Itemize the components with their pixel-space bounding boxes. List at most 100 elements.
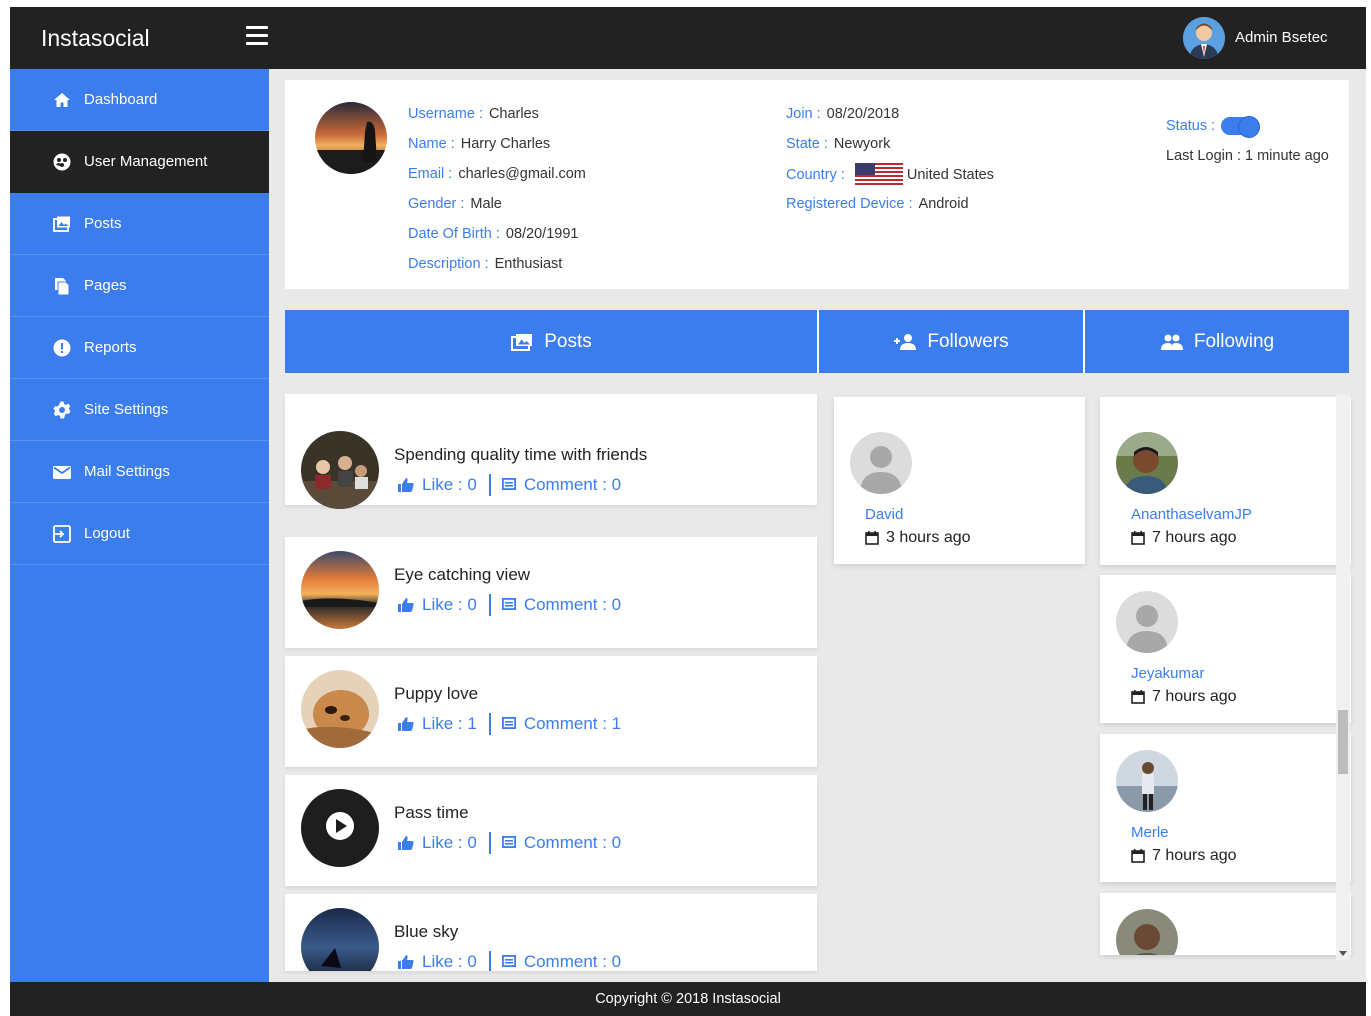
gender-field: Gender : Male <box>408 196 502 212</box>
following-name[interactable]: AnanthaselvamJP <box>1131 506 1252 523</box>
following-name[interactable]: Merle <box>1131 824 1169 841</box>
like-icon <box>398 955 414 969</box>
following-card[interactable]: Jeyakumar 7 hours ago <box>1100 575 1351 723</box>
following-avatar <box>1116 432 1178 494</box>
post-stats: Like : 0 Comment : 0 <box>398 474 621 496</box>
sidebar-item-dashboard[interactable]: Dashboard <box>10 69 269 131</box>
following-name[interactable]: Jeyakumar <box>1131 665 1204 682</box>
post-title: Blue sky <box>394 922 459 941</box>
post-comment-count[interactable]: Comment : 0 <box>524 595 621 615</box>
post-item[interactable]: Spending quality time with friends Like … <box>285 394 817 509</box>
sidebar-item-mail-settings[interactable]: Mail Settings <box>10 441 269 503</box>
post-thumbnail <box>301 551 379 629</box>
post-like-count[interactable]: Like : 0 <box>422 952 477 971</box>
app-window: Instasocial Admin Bsetec Dashboard User … <box>10 7 1366 1016</box>
following-card[interactable] <box>1100 893 1351 955</box>
post-thumbnail <box>301 908 379 971</box>
post-item[interactable]: Blue sky Like : 0 Comment : 0 <box>285 894 817 971</box>
scroll-down-arrow-icon[interactable] <box>1339 951 1347 956</box>
tab-followers[interactable]: Followers <box>819 310 1083 373</box>
post-comment-count[interactable]: Comment : 1 <box>524 714 621 734</box>
follower-card[interactable]: David 3 hours ago <box>834 397 1085 564</box>
post-title: Pass time <box>394 803 469 822</box>
post-title: Spending quality time with friends <box>394 445 648 464</box>
follower-time: 3 hours ago <box>865 529 971 547</box>
following-avatar <box>1116 750 1178 812</box>
tab-following[interactable]: Following <box>1085 310 1349 373</box>
sidebar-item-posts[interactable]: Posts <box>10 193 269 255</box>
post-like-count[interactable]: Like : 0 <box>422 833 477 853</box>
tab-label: Posts <box>544 330 592 352</box>
last-login: Last Login : 1 minute ago <box>1166 148 1329 164</box>
calendar-icon <box>1131 849 1145 863</box>
footer: Copyright © 2018 Instasocial <box>10 982 1366 1016</box>
follower-avatar <box>850 432 912 494</box>
sidebar-item-label: Reports <box>84 339 137 356</box>
post-like-count[interactable]: Like : 0 <box>422 595 477 615</box>
username-field: Username : Charles <box>408 106 539 122</box>
pages-icon <box>55 278 70 296</box>
sidebar-item-pages[interactable]: Pages <box>10 255 269 317</box>
scrollbar-thumb[interactable] <box>1338 710 1348 774</box>
post-item[interactable]: Pass time Like : 0 Comment : 0 <box>285 775 817 886</box>
profile-card: Username : Charles Name : Harry Charles Em… <box>285 80 1349 289</box>
add-person-icon <box>894 333 917 350</box>
follower-name[interactable]: David <box>865 506 903 523</box>
following-card[interactable]: AnanthaselvamJP 7 hours ago <box>1100 397 1351 565</box>
following-time: 7 hours ago <box>1131 847 1237 865</box>
following-time: 7 hours ago <box>1131 688 1237 706</box>
post-like-count[interactable]: Like : 1 <box>422 714 477 734</box>
post-comment-count[interactable]: Comment : 0 <box>524 952 621 971</box>
following-scrollbar[interactable] <box>1336 394 1350 960</box>
name-field: Name : Harry Charles <box>408 136 551 152</box>
sidebar-item-logout[interactable]: Logout <box>10 503 269 565</box>
comment-icon <box>501 836 516 848</box>
tab-posts[interactable]: Posts <box>285 310 817 373</box>
calendar-icon <box>1131 690 1145 704</box>
sidebar-item-label: User Management <box>84 153 208 170</box>
logout-icon <box>53 525 71 543</box>
sidebar-item-label: Dashboard <box>84 91 158 108</box>
sidebar-item-reports[interactable]: Reports <box>10 317 269 379</box>
country-field: Country : United States <box>786 163 994 187</box>
user-management-icon <box>53 153 71 171</box>
post-stats: Like : 0 Comment : 0 <box>398 594 621 616</box>
post-item[interactable]: Puppy love Like : 1 Comment : 1 <box>285 656 817 767</box>
like-icon <box>398 478 414 492</box>
post-comment-count[interactable]: Comment : 0 <box>524 475 621 495</box>
admin-avatar[interactable] <box>1183 17 1225 59</box>
following-time: 7 hours ago <box>1131 529 1237 547</box>
top-bar: Instasocial Admin Bsetec <box>10 7 1366 69</box>
post-comment-count[interactable]: Comment : 0 <box>524 833 621 853</box>
mail-icon <box>53 466 71 479</box>
gear-icon <box>53 401 71 419</box>
join-field: Join :08/20/2018 <box>786 106 900 122</box>
alert-icon <box>53 339 71 357</box>
calendar-icon <box>1131 531 1145 545</box>
post-stats: Like : 1 Comment : 1 <box>398 713 621 735</box>
like-icon <box>398 717 414 731</box>
description-field: Description : Enthusiast <box>408 256 563 272</box>
profile-tabs: Posts Followers Following <box>285 310 1349 373</box>
status-toggle[interactable] <box>1221 116 1261 138</box>
brand-logo[interactable]: Instasocial <box>41 25 150 52</box>
post-like-count[interactable]: Like : 0 <box>422 475 477 495</box>
tab-label: Following <box>1193 330 1275 352</box>
admin-name[interactable]: Admin Bsetec <box>1235 29 1328 46</box>
following-card[interactable]: Merle 7 hours ago <box>1100 734 1351 882</box>
post-item[interactable]: Eye catching view Like : 0 Comment : 0 <box>285 537 817 648</box>
sidebar-item-site-settings[interactable]: Site Settings <box>10 379 269 441</box>
comment-icon <box>501 717 516 729</box>
people-icon <box>1160 334 1183 350</box>
device-field: Registered Device : Android <box>786 196 969 212</box>
like-icon <box>398 836 414 850</box>
us-flag-icon <box>854 163 903 187</box>
sidebar-item-label: Pages <box>84 277 127 294</box>
menu-toggle-icon[interactable] <box>246 26 268 46</box>
home-icon <box>54 93 70 107</box>
email-field: Email : charles@gmail.com <box>408 166 586 182</box>
post-title: Eye catching view <box>394 565 531 584</box>
post-stats: Like : 0 Comment : 0 <box>398 832 621 854</box>
sidebar-item-user-management[interactable]: User Management <box>10 131 269 193</box>
video-thumbnail[interactable] <box>301 789 379 867</box>
